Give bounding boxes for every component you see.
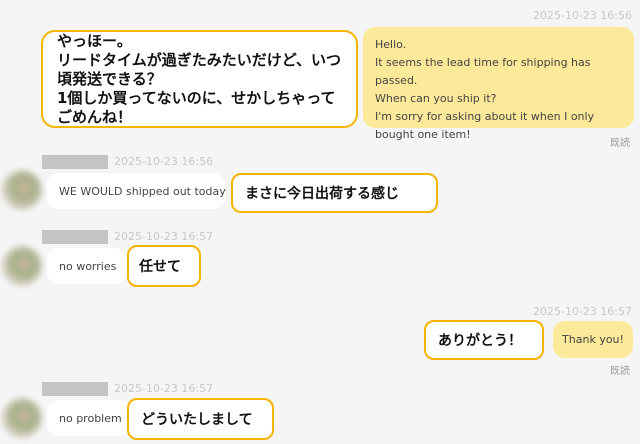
sender-name-redacted <box>42 155 108 169</box>
translation-annotation: まさに今日出荷する感じ <box>231 173 438 213</box>
annotation-line: やっほー。 <box>57 31 132 50</box>
annotation-line: 1個しか買ってないのに、せかしちゃって <box>57 88 336 107</box>
timestamp: 2025-10-23 16:57 <box>114 230 214 243</box>
avatar[interactable] <box>2 170 42 210</box>
translation-annotation: ありがとう！ <box>424 320 544 360</box>
incoming-message-bubble: WE WOULD shipped out today <box>47 173 226 209</box>
outgoing-message-bubble: Hello. It seems the lead time for shippi… <box>363 27 634 141</box>
timestamp: 2025-10-23 16:56 <box>114 155 214 168</box>
annotation-line: リードタイムが過ぎたみたいだけど、いつ <box>57 50 341 69</box>
message-line: Hello. <box>375 38 407 51</box>
annotation-line: 頃発送できる？ <box>57 69 162 88</box>
avatar[interactable] <box>2 246 42 286</box>
annotation-line: ごめんね！ <box>57 107 133 126</box>
read-receipt: 既読 <box>610 138 630 149</box>
message-line: It seems the lead time for shipping has … <box>375 56 591 87</box>
message-line: bought one item! <box>375 128 471 141</box>
outgoing-message-bubble: Thank you! <box>553 321 633 358</box>
avatar[interactable] <box>2 398 42 438</box>
translation-annotation: どういたしまして <box>127 398 274 440</box>
sender-name-redacted <box>42 230 108 244</box>
timestamp: 2025-10-23 16:57 <box>114 382 214 395</box>
incoming-message-bubble: no worries <box>47 248 127 284</box>
read-receipt: 既読 <box>610 366 630 377</box>
timestamp: 2025-10-23 16:57 <box>532 305 632 318</box>
translation-annotation: 任せて <box>127 245 201 287</box>
incoming-message-bubble: no problem <box>47 400 131 436</box>
message-line: I'm sorry for asking about it when I onl… <box>375 110 595 123</box>
sender-name-redacted <box>42 382 108 396</box>
timestamp: 2025-10-23 16:56 <box>532 9 632 22</box>
translation-annotation: やっほー。 リードタイムが過ぎたみたいだけど、いつ 頃発送できる？ 1個しか買っ… <box>41 30 358 128</box>
message-line: When can you ship it? <box>375 92 497 105</box>
